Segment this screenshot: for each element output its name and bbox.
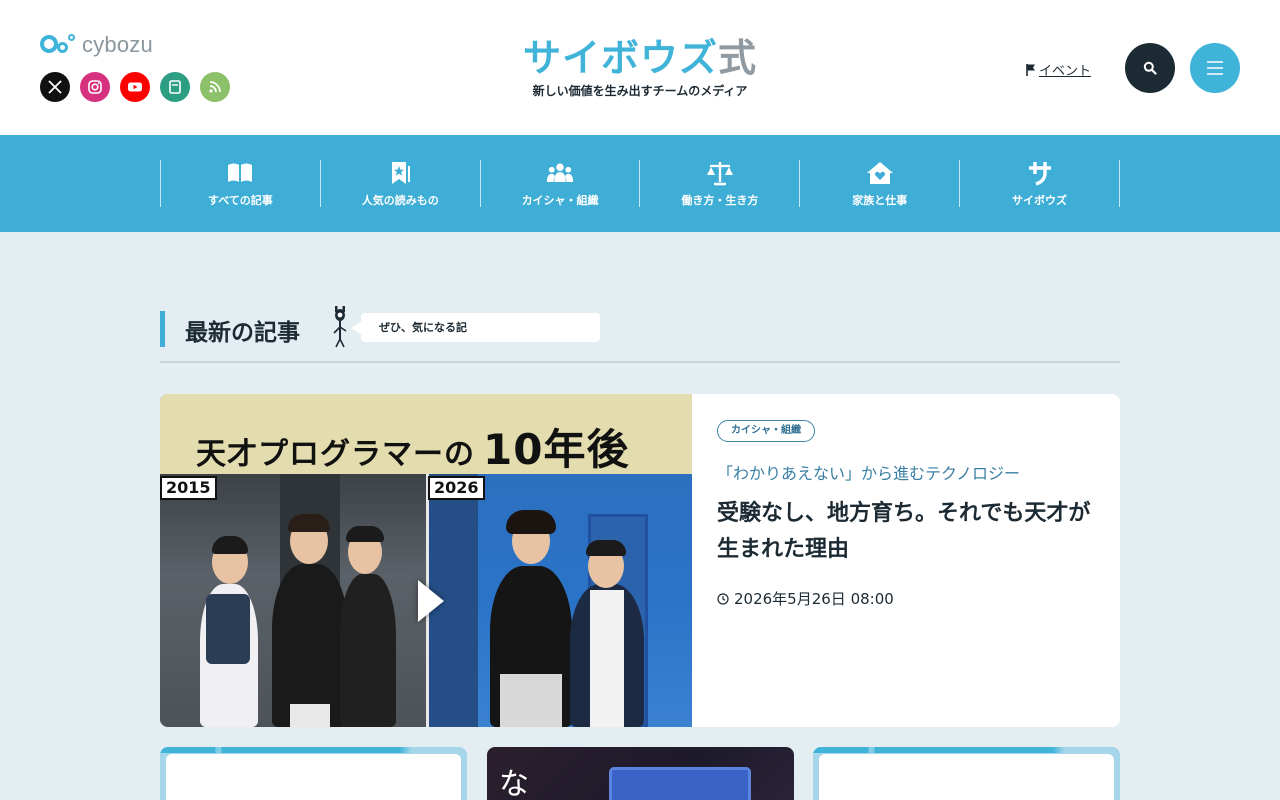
nav-item-cybozu[interactable]: サイボウズ [960,160,1120,207]
people-icon [546,160,574,186]
featured-thumbnail[interactable]: 天才プログラマーの 10年後 2015 2026 [160,394,692,727]
latest-articles-heading: 最新の記事 ぜひ、気になる記 [160,305,1120,363]
nav-item-family-work[interactable]: 家族と仕事 [800,160,961,207]
play-icon[interactable] [418,580,444,622]
bookmark-star-icon [386,160,414,186]
year-label-left: 2015 [160,476,217,500]
card-thumbnail-art: な [499,767,529,800]
scale-icon [706,160,734,186]
section-title: 最新の記事 [185,320,300,346]
site-brand[interactable]: サイボウズ式 新しい価値を生み出すチームのメディア [520,36,760,99]
category-nav: すべての記事 人気の読みもの カイシャ・組織 働き方・生き方 家族と仕事 サイボ… [0,135,1280,232]
x-icon[interactable] [40,72,70,102]
thumbnail-banner: 天才プログラマーの 10年後 [160,394,692,474]
category-tag[interactable]: カイシャ・組織 [717,420,815,442]
card-thumbnail-screen [609,767,751,800]
clock-icon [717,592,729,605]
article-title[interactable]: 受験なし、地方育ち。それでも天才が生まれた理由 [717,496,1097,568]
flag-icon [1026,63,1035,76]
cybozu-logo-mark-icon [40,32,78,58]
menu-button[interactable] [1190,43,1240,93]
rss-icon[interactable] [200,72,230,102]
event-link[interactable]: イベント [1026,60,1091,79]
site-header: cybozu サイボウズ式 新しい価値を生み出すチームのメディア イベント [0,0,1280,135]
instagram-icon[interactable] [80,72,110,102]
nav-item-workstyle[interactable]: 働き方・生き方 [640,160,801,207]
year-label-right: 2026 [428,476,485,500]
cybozu-logo[interactable]: cybozu [40,32,153,58]
article-date: 2026年5月26日 08:00 [717,588,1097,609]
brand-subtitle: 新しい価値を生み出すチームのメディア [532,84,748,98]
brand-title: サイボウズ式 [522,36,758,80]
article-card[interactable] [813,747,1120,800]
mascot-icon [333,306,347,348]
featured-body: カイシャ・組織 「わかりあえない」から進むテクノロジー 受験なし、地方育ち。それ… [717,418,1097,609]
social-links [40,72,230,102]
series-name: 「わかりあえない」から進むテクノロジー [717,464,1021,483]
nav-item-all-articles[interactable]: すべての記事 [161,160,321,207]
book-icon [226,160,254,186]
photo-2026 [428,474,692,727]
featured-article[interactable]: 天才プログラマーの 10年後 2015 2026 カイシャ・組織 「わかりあえな… [160,394,1120,727]
youtube-icon[interactable] [120,72,150,102]
cybozu-logo-text: cybozu [82,32,153,57]
search-icon [1143,61,1157,75]
photo-2015 [160,474,428,727]
sa-icon [1026,160,1054,186]
speech-bubble: ぜひ、気になる記 [351,313,600,342]
article-card[interactable]: な [487,747,794,800]
hamburger-icon [1207,61,1223,75]
search-button[interactable] [1125,43,1175,93]
nav-item-company[interactable]: カイシャ・組織 [481,160,641,207]
nav-item-popular[interactable]: 人気の読みもの [321,160,481,207]
heading-accent-bar [160,311,165,347]
note-icon[interactable] [160,72,190,102]
article-card[interactable] [160,747,467,800]
home-heart-icon [866,160,894,186]
